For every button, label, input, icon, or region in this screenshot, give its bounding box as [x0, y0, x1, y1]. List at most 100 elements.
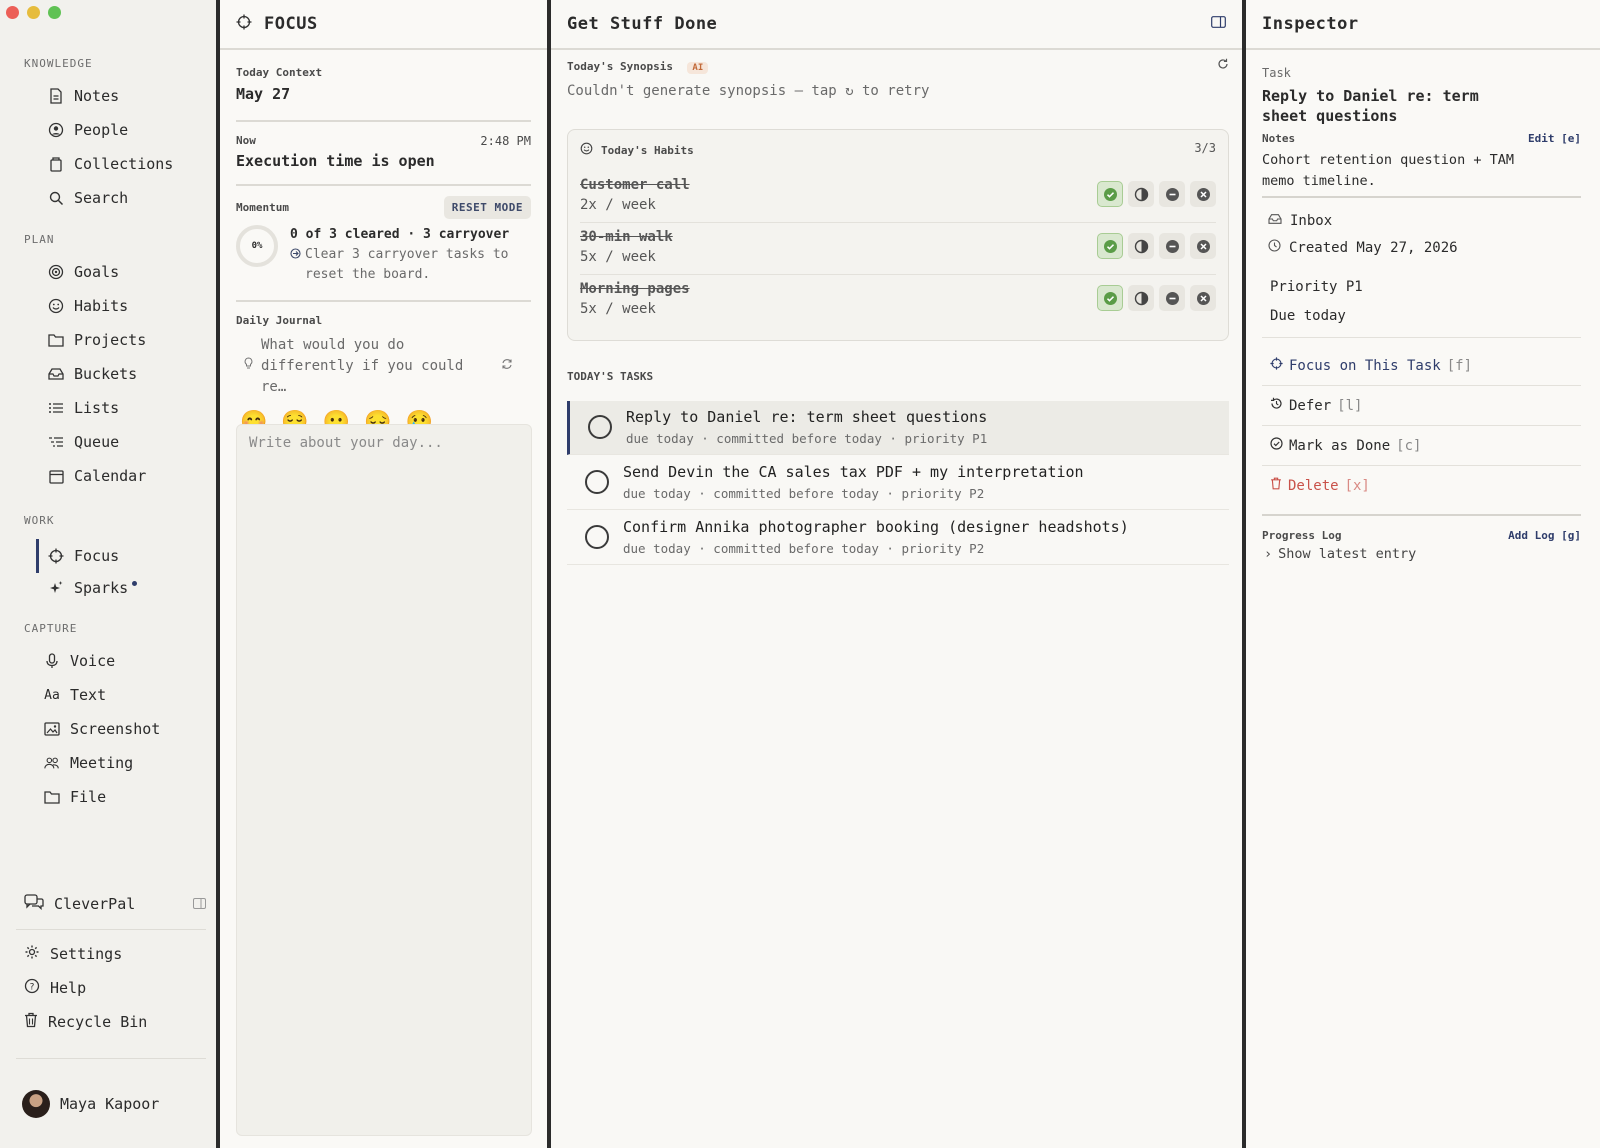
notes-label: Notes: [1262, 132, 1296, 145]
gear-icon: [24, 944, 40, 964]
sidebar-item-focus[interactable]: Focus: [36, 539, 206, 573]
crosshair-icon: [48, 548, 64, 564]
sidebar-item-sparks[interactable]: Sparks: [36, 574, 206, 602]
sidebar-item-meeting[interactable]: Meeting: [34, 749, 204, 777]
task-notes[interactable]: Cohort retention question + TAM memo tim…: [1262, 150, 1532, 192]
bucket-row[interactable]: Inbox: [1268, 213, 1332, 229]
lightbulb-icon: [244, 356, 253, 377]
sidebar-item-text[interactable]: Aa Text: [34, 681, 204, 709]
sidebar-item-cleverpal[interactable]: CleverPal: [24, 894, 206, 914]
tray-icon: [48, 366, 64, 382]
sidebar-toggle-icon[interactable]: [1211, 16, 1226, 32]
habit-partial-button[interactable]: [1128, 285, 1154, 311]
user-name: Maya Kapoor: [60, 1095, 160, 1113]
trash-icon: [1270, 477, 1282, 494]
sidebar-item-help[interactable]: ? Help: [24, 978, 86, 998]
sidebar-item-voice[interactable]: Voice: [34, 647, 204, 675]
main-panel: Get Stuff Done Today's Synopsis AI Could…: [551, 0, 1246, 1148]
sidebar-item-buckets[interactable]: Buckets: [36, 360, 206, 388]
task-row[interactable]: Send Devin the CA sales tax PDF + my int…: [567, 456, 1229, 510]
minimize-window-button[interactable]: [27, 6, 40, 19]
sidebar-item-settings[interactable]: Settings: [24, 944, 122, 964]
habit-name: Morning pages: [580, 281, 690, 297]
task-complete-checkbox[interactable]: [585, 525, 609, 549]
refresh-prompt-icon[interactable]: [501, 356, 513, 377]
habit-skip-button[interactable]: [1159, 233, 1185, 259]
reset-mode-button[interactable]: RESET MODE: [443, 196, 531, 219]
task-row[interactable]: Confirm Annika photographer booking (des…: [567, 511, 1229, 565]
folder-icon: [44, 789, 60, 805]
habit-skip-button[interactable]: [1159, 285, 1185, 311]
retry-icon[interactable]: [1217, 58, 1229, 74]
sparkle-icon: [48, 580, 64, 596]
folder-icon: [48, 332, 64, 348]
inspector-header: Inspector: [1246, 0, 1600, 50]
svg-text:?: ?: [30, 983, 35, 993]
sidebar-item-notes[interactable]: Notes: [36, 82, 206, 110]
journal-textarea[interactable]: Write about your day...: [236, 424, 532, 1136]
section-label-plan: PLAN: [24, 233, 55, 246]
due-field[interactable]: Due today: [1270, 308, 1346, 324]
sidebar-item-label: Sparks: [74, 579, 129, 597]
task-complete-checkbox[interactable]: [588, 415, 612, 439]
habit-miss-button[interactable]: [1190, 285, 1216, 311]
user-profile[interactable]: Maya Kapoor: [22, 1090, 159, 1118]
sidebar-item-projects[interactable]: Projects: [36, 326, 206, 354]
habit-frequency: 5x / week: [580, 249, 656, 265]
sidebar-item-people[interactable]: People: [36, 116, 206, 144]
habit-done-button[interactable]: [1097, 285, 1123, 311]
window-controls: [6, 6, 61, 19]
text-icon: Aa: [44, 687, 60, 703]
habit-done-button[interactable]: [1097, 181, 1123, 207]
todays-tasks-label: TODAY'S TASKS: [567, 370, 654, 383]
synopsis-text[interactable]: Couldn't generate synopsis — tap ↻ to re…: [567, 83, 1229, 99]
close-window-button[interactable]: [6, 6, 19, 19]
sidebar-item-collections[interactable]: Collections: [36, 150, 206, 178]
task-row[interactable]: Reply to Daniel re: term sheet questions…: [567, 401, 1229, 455]
edit-notes-button[interactable]: Edit [e]: [1528, 132, 1581, 145]
habit-skip-button[interactable]: [1159, 181, 1185, 207]
sidebar-item-habits[interactable]: Habits: [36, 292, 206, 320]
search-icon: [48, 190, 64, 206]
sidebar-item-queue[interactable]: Queue: [36, 428, 206, 456]
document-icon: [48, 88, 64, 104]
sidebar-item-label: File: [70, 788, 107, 806]
sidebar-item-recycle-bin[interactable]: Recycle Bin: [24, 1012, 147, 1032]
settings-label: Settings: [50, 945, 123, 963]
mark-done-button[interactable]: Mark as Done [c]: [1270, 437, 1421, 454]
divider: [1262, 196, 1581, 198]
task-title[interactable]: Reply to Daniel re: term sheet questions: [1262, 86, 1522, 126]
journal-prompt: What would you do differently if you cou…: [261, 337, 464, 395]
delete-button[interactable]: Delete [x]: [1270, 477, 1370, 494]
crosshair-icon: [236, 14, 252, 34]
show-latest-entry-toggle[interactable]: › Show latest entry: [1264, 546, 1416, 562]
defer-button[interactable]: Defer [l]: [1270, 397, 1362, 414]
main-header: Get Stuff Done: [551, 0, 1242, 50]
image-icon: [44, 721, 60, 737]
section-label-knowledge: KNOWLEDGE: [24, 57, 93, 70]
sidebar-item-file[interactable]: File: [34, 783, 204, 811]
now-label: Now: [236, 134, 256, 147]
sidebar-item-label: Voice: [70, 652, 116, 670]
sidebar-item-screenshot[interactable]: Screenshot: [34, 715, 204, 743]
sidebar-item-search[interactable]: Search: [36, 184, 206, 212]
sidebar-item-label: Buckets: [74, 365, 138, 383]
priority-field[interactable]: Priority P1: [1270, 279, 1363, 295]
sidebar-item-label: Screenshot: [70, 720, 161, 738]
zoom-window-button[interactable]: [48, 6, 61, 19]
panel-toggle-icon[interactable]: [193, 895, 206, 913]
sidebar-item-label: Search: [74, 189, 129, 207]
habit-miss-button[interactable]: [1190, 181, 1216, 207]
habit-partial-button[interactable]: [1128, 181, 1154, 207]
divider: [1262, 385, 1581, 386]
habit-partial-button[interactable]: [1128, 233, 1154, 259]
sidebar-item-goals[interactable]: Goals: [36, 258, 206, 286]
task-complete-checkbox[interactable]: [585, 470, 609, 494]
add-log-button[interactable]: Add Log [g]: [1508, 529, 1581, 542]
habit-done-button[interactable]: [1097, 233, 1123, 259]
sidebar-item-calendar[interactable]: Calendar: [36, 462, 206, 490]
sidebar-item-label: Collections: [74, 155, 174, 173]
sidebar-item-lists[interactable]: Lists: [36, 394, 206, 422]
habit-miss-button[interactable]: [1190, 233, 1216, 259]
focus-on-task-button[interactable]: Focus on This Task [f]: [1270, 357, 1472, 374]
